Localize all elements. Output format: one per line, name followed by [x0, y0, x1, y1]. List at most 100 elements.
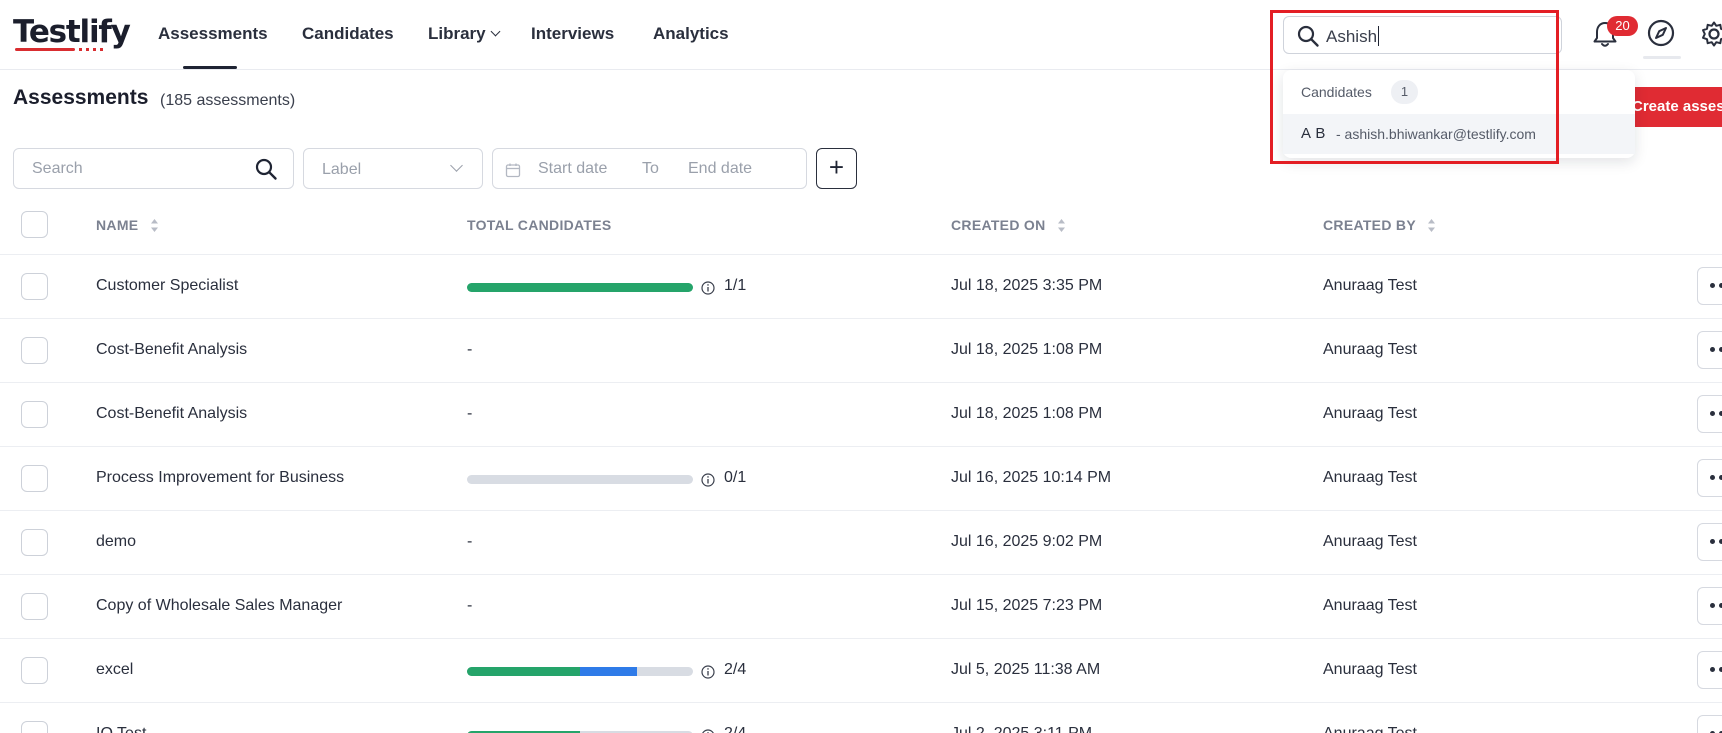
row-checkbox[interactable] — [21, 273, 48, 300]
compass-icon[interactable] — [1646, 18, 1676, 48]
sort-icon — [150, 219, 158, 232]
label-select[interactable]: Label — [303, 148, 483, 189]
row-actions-button[interactable] — [1697, 267, 1722, 305]
gear-icon[interactable] — [1700, 20, 1722, 48]
info-icon[interactable] — [701, 281, 715, 295]
row-actions-button[interactable] — [1697, 587, 1722, 625]
page-title: Assessments — [13, 86, 149, 109]
created-on: Jul 16, 2025 9:02 PM — [951, 533, 1103, 550]
select-all-checkbox[interactable] — [21, 211, 48, 238]
testlify-logo[interactable]: Testlify — [13, 14, 131, 50]
search-icon[interactable] — [254, 157, 278, 181]
nav-library[interactable]: Library — [428, 24, 501, 44]
created-on: Jul 18, 2025 1:08 PM — [951, 341, 1103, 358]
row-checkbox[interactable] — [21, 465, 48, 492]
progress-completed — [467, 667, 580, 676]
start-date-input[interactable]: Start date — [538, 160, 607, 178]
table-row[interactable]: Cost-Benefit Analysis - Jul 18, 2025 1:0… — [0, 382, 1722, 446]
created-by: Anuraag Test — [1323, 469, 1417, 486]
row-checkbox[interactable] — [21, 657, 48, 684]
more-icon — [1710, 603, 1715, 608]
assessment-name[interactable]: Cost-Benefit Analysis — [96, 405, 247, 423]
created-by: Anuraag Test — [1323, 661, 1417, 678]
assessment-name[interactable]: IQ Test — [96, 725, 146, 733]
row-actions-button[interactable] — [1697, 395, 1722, 433]
table-row[interactable]: Customer Specialist 1/1 Jul 18, 2025 3:3… — [0, 254, 1722, 318]
assessment-name[interactable]: Process Improvement for Business — [96, 469, 344, 487]
info-icon[interactable] — [701, 665, 715, 679]
table-row[interactable]: IQ Test 2/4 Jul 2, 2025 3:11 PM Anuraag … — [0, 702, 1722, 733]
calendar-icon — [505, 163, 521, 178]
created-on: Jul 18, 2025 1:08 PM — [951, 405, 1103, 422]
info-icon[interactable] — [701, 729, 715, 733]
column-header-created-by[interactable]: CREATED BY — [1323, 217, 1436, 233]
column-header-created-on-label: CREATED ON — [951, 217, 1046, 233]
row-checkbox[interactable] — [21, 721, 48, 733]
assessment-name[interactable]: excel — [96, 661, 133, 679]
assessment-name[interactable]: Copy of Wholesale Sales Manager — [96, 597, 342, 615]
progress-completed — [467, 283, 693, 292]
created-by: Anuraag Test — [1323, 341, 1417, 358]
add-filter-button[interactable]: + — [816, 148, 857, 189]
table-row[interactable]: Cost-Benefit Analysis - Jul 18, 2025 1:0… — [0, 318, 1722, 382]
table-row[interactable]: Copy of Wholesale Sales Manager - Jul 15… — [0, 574, 1722, 638]
created-by: Anuraag Test — [1323, 725, 1417, 733]
row-actions-button[interactable] — [1697, 331, 1722, 369]
end-date-input[interactable]: End date — [688, 160, 752, 178]
table-row[interactable]: demo - Jul 16, 2025 9:02 PM Anuraag Test — [0, 510, 1722, 574]
created-by: Anuraag Test — [1323, 277, 1417, 294]
created-by: Anuraag Test — [1323, 405, 1417, 422]
candidates-ratio: 2/4 — [724, 725, 746, 733]
created-by: Anuraag Test — [1323, 597, 1417, 614]
row-actions-button[interactable] — [1697, 523, 1722, 561]
logo-dots — [79, 48, 107, 51]
chevron-down-icon — [450, 159, 463, 172]
date-range-separator: To — [642, 160, 659, 177]
nav-candidates[interactable]: Candidates — [302, 24, 394, 44]
assessment-name[interactable]: Cost-Benefit Analysis — [96, 341, 247, 359]
row-checkbox[interactable] — [21, 401, 48, 428]
info-icon[interactable] — [701, 473, 715, 487]
candidates-ratio: 0/1 — [724, 469, 747, 486]
candidates-empty: - — [467, 405, 473, 422]
table-row[interactable]: excel 2/4 Jul 5, 2025 11:38 AM Anuraag T… — [0, 638, 1722, 702]
assessment-search-input[interactable]: Search — [13, 148, 294, 189]
candidates-empty: - — [467, 533, 473, 550]
row-actions-button[interactable] — [1697, 651, 1722, 689]
notification-badge: 20 — [1607, 16, 1638, 36]
created-by: Anuraag Test — [1323, 533, 1417, 550]
chevron-down-icon — [490, 26, 501, 37]
row-actions-button[interactable] — [1697, 459, 1722, 497]
nav-assessments[interactable]: Assessments — [158, 24, 268, 44]
more-icon — [1710, 283, 1715, 288]
nav-interviews[interactable]: Interviews — [531, 24, 614, 44]
column-header-created-on[interactable]: CREATED ON — [951, 217, 1066, 233]
created-on: Jul 2, 2025 3:11 PM — [951, 725, 1092, 733]
assessment-name[interactable]: demo — [96, 533, 136, 551]
candidates-progress-bar — [467, 475, 693, 484]
nav-analytics[interactable]: Analytics — [653, 24, 729, 44]
table-row[interactable]: Process Improvement for Business 0/1 Jul… — [0, 446, 1722, 510]
progress-in-progress — [580, 667, 637, 676]
row-checkbox[interactable] — [21, 337, 48, 364]
create-assessment-button[interactable]: Create assessment — [1620, 87, 1722, 127]
search-placeholder: Search — [32, 160, 83, 177]
candidates-progress-bar — [467, 283, 693, 292]
sort-icon — [1057, 219, 1065, 232]
nav-active-indicator — [183, 66, 237, 69]
row-checkbox[interactable] — [21, 529, 48, 556]
row-checkbox[interactable] — [21, 593, 48, 620]
created-on: Jul 18, 2025 3:35 PM — [951, 277, 1103, 294]
logo-underline — [15, 48, 75, 51]
created-on: Jul 16, 2025 10:14 PM — [951, 469, 1112, 486]
nav-library-label: Library — [428, 24, 486, 43]
column-header-name[interactable]: NAME — [96, 217, 159, 233]
more-icon — [1710, 347, 1715, 352]
assessment-name[interactable]: Customer Specialist — [96, 277, 238, 295]
created-on: Jul 15, 2025 7:23 PM — [951, 597, 1103, 614]
row-actions-button[interactable] — [1697, 715, 1722, 733]
compass-indicator — [1643, 56, 1681, 59]
more-icon — [1710, 539, 1715, 544]
date-range-picker[interactable]: Start date To End date — [492, 148, 807, 189]
label-placeholder: Label — [322, 161, 362, 178]
